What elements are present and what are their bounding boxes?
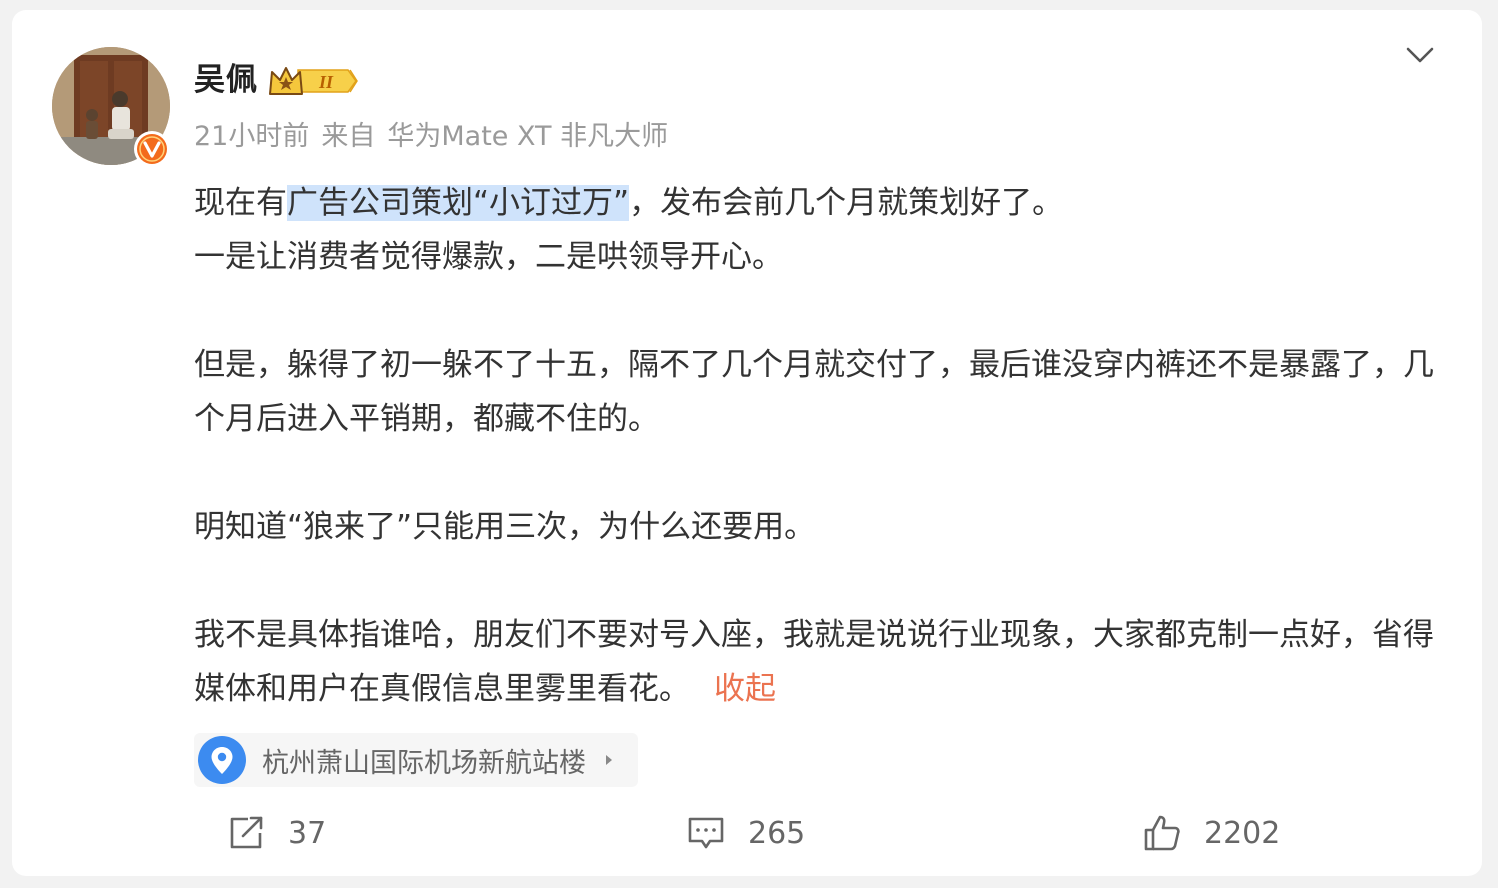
paragraph-3: 但是，躲得了初一躲不了十五，隔不了几个月就交付了，最后谁没穿内裤还不是暴露了，几… <box>194 347 1434 437</box>
location-tag[interactable]: 杭州萧山国际机场新航站楼 <box>194 733 638 787</box>
p1-after: ，发布会前几个月就策划好了。 <box>629 185 1064 221</box>
source-prefix: 来自 <box>321 121 376 152</box>
comment-count: 265 <box>748 815 806 851</box>
comment-icon <box>686 813 726 853</box>
selected-text-highlight: 广告公司策划“小订过万” <box>287 185 630 221</box>
crown-rank-icon[interactable]: II <box>268 64 358 102</box>
author-name[interactable]: 吴佩 <box>194 60 258 100</box>
location-pin-icon <box>198 736 246 784</box>
p5-text: 我不是具体指谁哈，朋友们不要对号入座，我就是说说行业现象，大家都克制一点好，省得… <box>194 617 1434 707</box>
paragraph-4: 明知道“狼来了”只能用三次，为什么还要用。 <box>194 509 816 545</box>
rank-badge-label: II <box>318 72 334 92</box>
collapse-link[interactable]: 收起 <box>714 671 776 707</box>
chevron-down-icon[interactable] <box>1400 40 1440 70</box>
paragraph-1: 现在有广告公司策划“小订过万”，发布会前几个月就策划好了。 <box>194 176 1434 230</box>
thumbs-up-icon <box>1142 813 1182 853</box>
repost-icon <box>226 813 266 853</box>
comment-button[interactable]: 265 <box>686 806 805 860</box>
verified-v-icon <box>134 131 170 167</box>
location-name: 杭州萧山国际机场新航站楼 <box>262 747 586 779</box>
like-button[interactable]: 2202 <box>1142 806 1280 860</box>
paragraph-2: 一是让消费者觉得爆款，二是哄领导开心。 <box>194 239 783 275</box>
caret-right-icon <box>604 753 614 767</box>
repost-button[interactable]: 37 <box>226 806 326 860</box>
p1-before: 现在有 <box>194 185 287 221</box>
post-meta: 21小时前 来自 华为Mate XT 非凡大师 <box>194 118 680 156</box>
post-content: 现在有广告公司策划“小订过万”，发布会前几个月就策划好了。 一是让消费者觉得爆款… <box>194 176 1434 716</box>
paragraph-5: 我不是具体指谁哈，朋友们不要对号入座，我就是说说行业现象，大家都克制一点好，省得… <box>194 608 1434 716</box>
post-time[interactable]: 21小时前 <box>194 121 309 152</box>
repost-count: 37 <box>288 815 327 851</box>
source-device: 华为Mate XT 非凡大师 <box>387 121 669 152</box>
like-count: 2202 <box>1204 815 1281 851</box>
